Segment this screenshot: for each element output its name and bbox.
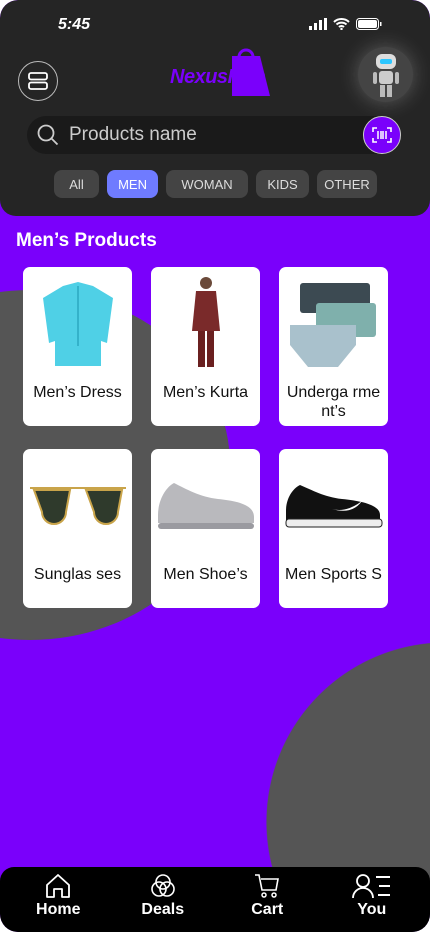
product-card[interactable]: Sunglas ses bbox=[23, 449, 132, 608]
screen: 5:45 NexusHub All MEN WOMAN KIDS bbox=[0, 0, 430, 932]
status-icons bbox=[309, 18, 382, 30]
chip-other[interactable]: OTHER bbox=[317, 170, 377, 198]
section-title: Men’s Products bbox=[16, 230, 157, 251]
shoe-image bbox=[151, 455, 260, 555]
home-icon bbox=[46, 874, 71, 898]
barcode-scan-button[interactable] bbox=[363, 116, 401, 154]
product-name: Underga rment’s bbox=[286, 384, 381, 420]
cart-icon bbox=[255, 874, 280, 898]
product-name: Men’s Dress bbox=[33, 384, 122, 401]
nav-home[interactable]: Home bbox=[13, 867, 103, 932]
chip-men[interactable]: MEN bbox=[107, 170, 158, 198]
chip-woman[interactable]: WOMAN bbox=[166, 170, 248, 198]
logo-text: NexusHub bbox=[170, 66, 265, 88]
deals-icon bbox=[150, 874, 175, 897]
barcode-scan-icon bbox=[372, 127, 392, 143]
chip-all[interactable]: All bbox=[54, 170, 99, 198]
nav-you[interactable]: You bbox=[327, 867, 417, 932]
avatar[interactable] bbox=[358, 47, 413, 102]
product-card[interactable]: Men Sports S bbox=[279, 449, 388, 608]
underwear-image bbox=[279, 273, 388, 373]
product-name: Men’s Kurta bbox=[162, 384, 249, 401]
status-time: 5:45 bbox=[58, 16, 91, 33]
search-icon bbox=[37, 124, 59, 146]
nav-deals[interactable]: Deals bbox=[118, 867, 208, 932]
nav-label: You bbox=[357, 901, 387, 918]
product-grid: Men’s Dress Men’s Kurta Underga rment’s … bbox=[23, 267, 388, 608]
nav-cart[interactable]: Cart bbox=[222, 867, 312, 932]
logo: NexusHub bbox=[168, 40, 272, 96]
nav-label: Home bbox=[36, 901, 81, 918]
header: 5:45 NexusHub All MEN WOMAN KIDS bbox=[0, 0, 430, 216]
sunglasses-image bbox=[23, 455, 132, 555]
search-input[interactable] bbox=[69, 124, 349, 146]
kurta-image bbox=[151, 273, 260, 373]
robot-avatar-icon bbox=[372, 53, 399, 97]
bottom-nav: Home Deals Cart You bbox=[0, 867, 430, 932]
battery-icon bbox=[356, 18, 382, 30]
product-card[interactable]: Men’s Kurta bbox=[151, 267, 260, 426]
menu-button[interactable] bbox=[18, 61, 58, 101]
search-bar bbox=[27, 116, 401, 154]
product-card[interactable]: Men’s Dress bbox=[23, 267, 132, 426]
product-name: Sunglas ses bbox=[33, 566, 122, 583]
nav-label: Cart bbox=[251, 901, 284, 918]
profile-list-icon bbox=[351, 874, 390, 899]
product-card[interactable]: Men Shoe’s bbox=[151, 449, 260, 608]
chip-kids[interactable]: KIDS bbox=[256, 170, 309, 198]
category-chips: All MEN WOMAN KIDS OTHER bbox=[54, 170, 377, 198]
sports-shoe-image bbox=[279, 455, 388, 555]
nav-label: Deals bbox=[141, 901, 185, 918]
shirt-image bbox=[23, 273, 132, 373]
menu-icon bbox=[28, 72, 48, 90]
signal-icon bbox=[309, 18, 327, 30]
product-card[interactable]: Underga rment’s bbox=[279, 267, 388, 426]
wifi-icon bbox=[333, 18, 350, 30]
product-name: Men Sports S bbox=[285, 566, 382, 583]
product-name: Men Shoe’s bbox=[163, 566, 248, 583]
